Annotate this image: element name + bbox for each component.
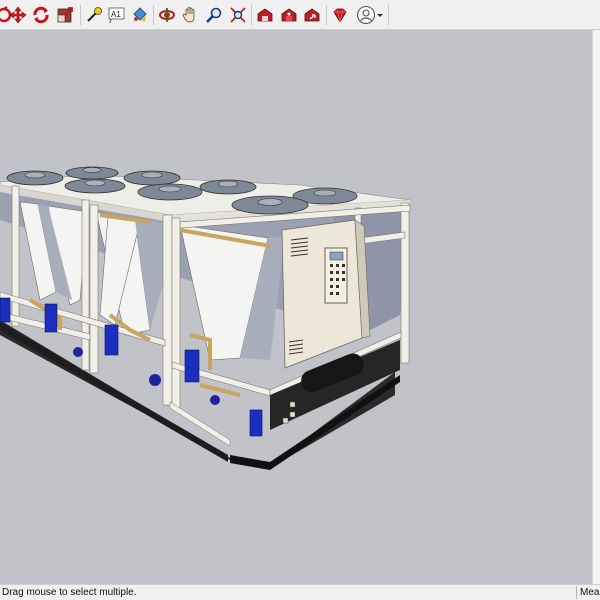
paint-bucket-icon[interactable] (130, 4, 150, 26)
pan-hand-icon[interactable] (180, 4, 200, 26)
scale-icon[interactable] (55, 4, 75, 26)
ruby-gem-icon[interactable] (330, 4, 350, 26)
zoom-extents-icon[interactable] (228, 4, 248, 26)
toolbar-separator (388, 5, 389, 25)
extension-warehouse-icon[interactable] (279, 4, 299, 26)
toolbar-separator (326, 5, 327, 25)
3d-warehouse-icon[interactable] (255, 4, 275, 26)
control-panel (281, 219, 363, 369)
measurements-label[interactable]: Meas (580, 587, 600, 598)
status-hint: Drag mouse to select multiple. (2, 587, 137, 598)
zoom-icon[interactable] (204, 4, 224, 26)
chiller-model (0, 166, 411, 470)
drawing-viewport[interactable] (0, 30, 592, 584)
tape-measure-icon[interactable] (84, 4, 104, 26)
user-account-icon[interactable] (356, 4, 376, 26)
status-divider (576, 586, 577, 599)
main-toolbar: A1 (0, 0, 600, 30)
rotate-icon[interactable] (31, 4, 51, 26)
toolbar-separator (153, 5, 154, 25)
toolbar-separator (80, 5, 81, 25)
status-bar: Drag mouse to select multiple. Meas (0, 584, 600, 600)
chevron-down-icon[interactable] (375, 4, 385, 26)
share-model-icon[interactable] (302, 4, 322, 26)
toolbar-separator (251, 5, 252, 25)
vertical-edge-strip (592, 30, 600, 584)
move-icon[interactable] (8, 4, 28, 26)
text-icon[interactable]: A1 (107, 4, 127, 26)
orbit-icon[interactable] (157, 4, 177, 26)
text-tool-label: A1 (111, 10, 121, 19)
